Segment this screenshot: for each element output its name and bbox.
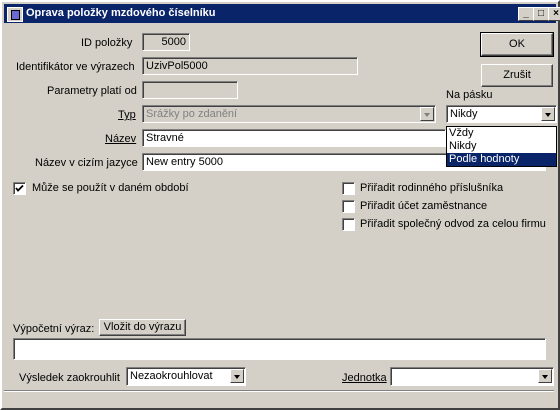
params-valid-from-field[interactable] [142,81,238,99]
assign-company-levy-checkbox[interactable] [342,218,355,231]
can-use-in-period-checkbox[interactable] [13,182,26,195]
on-payslip-dropdown-list: Vždy Nikdy Podle hodnoty [446,126,557,167]
name-label: Název [105,133,137,145]
rounding-value: Nezaokrouhlovat [130,370,213,382]
minimize-button[interactable]: _ [518,7,534,21]
calc-expression-label: Výpočetní výraz: [13,323,95,335]
foreign-name-label: Název v cizím jazyce [35,157,138,169]
dialog-window: Oprava položky mzdového číselníku _ □ × … [0,0,560,410]
chevron-down-icon[interactable] [538,369,552,383]
cancel-button[interactable]: Zrušit [481,64,553,87]
on-payslip-select[interactable]: Nikdy [446,105,557,123]
assign-employee-account-label: Přiřadit účet zaměstnance [360,200,488,212]
can-use-in-period-label: Může se použít v daném období [32,182,189,194]
assign-employee-account-checkbox[interactable] [342,200,355,213]
dropdown-option-by-value[interactable]: Podle hodnoty [447,153,556,166]
chevron-down-icon [420,107,434,121]
chevron-down-icon[interactable] [541,107,555,121]
on-payslip-label: Na pásku [446,89,493,101]
dropdown-option-never[interactable]: Nikdy [447,140,556,153]
type-select[interactable]: Srážky po zdanění [142,105,436,123]
type-select-value: Srážky po zdanění [146,108,238,120]
chevron-down-icon[interactable] [230,369,244,383]
insert-into-expression-button[interactable]: Vložit do výrazu [99,319,186,336]
rounding-label: Výsledek zaokrouhlit [19,372,120,384]
id-label: ID položky [81,37,133,49]
app-icon [7,7,23,22]
checkmark-icon [15,184,24,192]
type-label: Typ [118,109,136,121]
params-valid-from-label: Parametry platí od [47,85,137,97]
close-button[interactable]: × [548,7,560,21]
identifier-field: UzivPol5000 [142,57,358,75]
dropdown-option-always[interactable]: Vždy [447,127,556,140]
window-title: Oprava položky mzdového číselníku [26,7,216,19]
unit-select[interactable] [390,367,554,386]
rounding-select[interactable]: Nezaokrouhlovat [126,367,246,386]
calc-expression-input[interactable] [13,338,546,360]
status-bar [4,390,554,405]
maximize-button[interactable]: □ [533,7,549,21]
ok-button[interactable]: OK [480,32,554,57]
name-input[interactable]: Stravné [142,129,446,147]
title-bar[interactable]: Oprava položky mzdového číselníku _ □ × [4,4,560,23]
identifier-label: Identifikátor ve výrazech [16,61,135,73]
id-field: 5000 [142,33,190,51]
unit-label: Jednotka [342,372,387,384]
assign-company-levy-label: Přiřadit společný odvod za celou firmu [360,218,546,230]
assign-family-member-checkbox[interactable] [342,182,355,195]
assign-family-member-label: Přiřadit rodinného příslušníka [360,182,504,194]
on-payslip-value: Nikdy [450,108,478,120]
